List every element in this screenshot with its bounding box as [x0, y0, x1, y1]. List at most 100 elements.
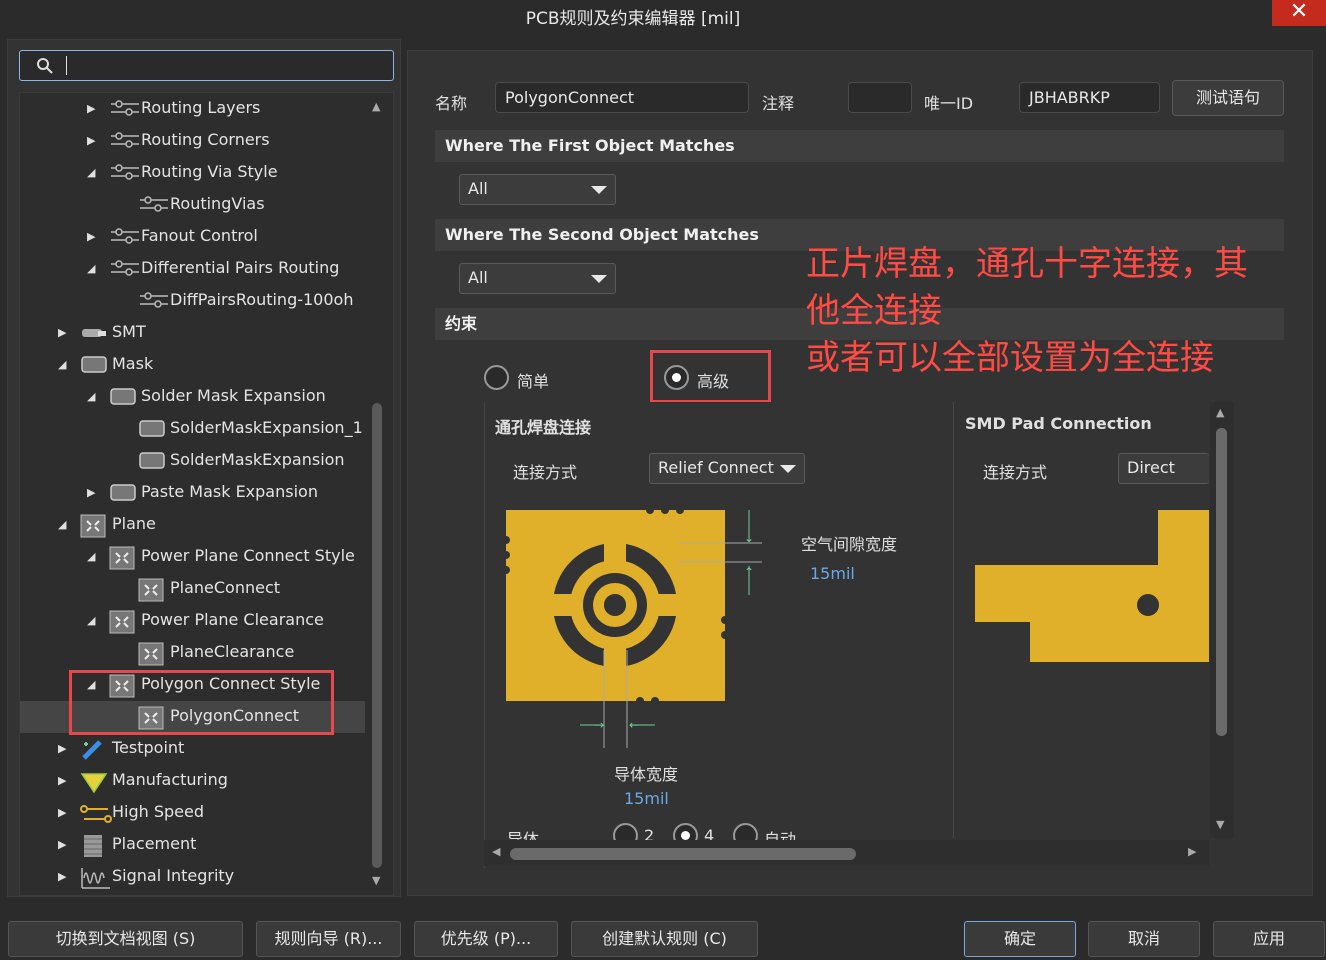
- scroll-right-icon[interactable]: ▶: [1188, 845, 1196, 858]
- collapse-arrow-icon[interactable]: ◢: [87, 382, 99, 412]
- signal-integrity-icon: [80, 866, 110, 889]
- tree-item[interactable]: ▶ Paste Mask Expansion: [20, 477, 370, 509]
- tree-item[interactable]: ▶ Testpoint: [20, 733, 370, 765]
- mask-icon: [138, 450, 165, 470]
- simple-radio[interactable]: [484, 365, 509, 390]
- tree-item[interactable]: ◢ Power Plane Connect Style: [20, 541, 370, 573]
- tree-item-label: Solder Mask Expansion: [141, 386, 326, 405]
- cancel-button[interactable]: 取消: [1088, 921, 1200, 957]
- tree-item[interactable]: SolderMaskExpansion: [20, 445, 370, 477]
- tree-item[interactable]: ▶ Routing Corners: [20, 125, 370, 157]
- air-gap-value[interactable]: 15mil: [810, 564, 855, 583]
- scroll-left-icon[interactable]: ◀: [492, 845, 500, 858]
- tree-item-label: Plane: [112, 514, 156, 533]
- h-scrollbar-thumb[interactable]: [510, 848, 856, 860]
- collapse-arrow-icon[interactable]: ◢: [87, 254, 99, 284]
- svg-text:→: →: [594, 718, 604, 732]
- rule-tree[interactable]: ▶ Routing Layers ▶ Routing Corners ◢ Routing …: [19, 92, 394, 896]
- tree-item[interactable]: ◢ Differential Pairs Routing: [20, 253, 370, 285]
- uid-field[interactable]: JBHABRKP: [1019, 82, 1160, 113]
- rule-wizard-button[interactable]: 规则向导 (R)...: [256, 921, 401, 957]
- routing-rule-icon: [138, 194, 168, 214]
- expand-arrow-icon[interactable]: ▶: [87, 222, 99, 252]
- tree-item[interactable]: SolderMaskExpansion_1: [20, 413, 370, 445]
- tree-item[interactable]: ▶ Placement: [20, 829, 370, 861]
- tree-item[interactable]: ▶ SMT: [20, 317, 370, 349]
- first-match-combo[interactable]: All: [459, 174, 616, 205]
- scroll-up-icon[interactable]: ▲: [1216, 406, 1224, 419]
- scroll-up-icon[interactable]: ▲: [372, 100, 380, 113]
- th-conn-value: Relief Connect: [658, 458, 774, 477]
- mask-icon: [109, 482, 136, 502]
- expand-arrow-icon[interactable]: ▶: [58, 862, 70, 892]
- tree-item[interactable]: ◢ Mask: [20, 349, 370, 381]
- tree-item[interactable]: ◢ Routing Via Style: [20, 157, 370, 189]
- collapse-arrow-icon[interactable]: ◢: [87, 158, 99, 188]
- expand-arrow-icon[interactable]: ▶: [87, 94, 99, 124]
- conductors-auto-radio[interactable]: [733, 823, 758, 840]
- smd-conn-combo[interactable]: Direct Con: [1118, 453, 1209, 484]
- tree-item[interactable]: ▶ Signal Integrity: [20, 861, 370, 893]
- expand-arrow-icon[interactable]: ▶: [58, 798, 70, 828]
- doc-view-button[interactable]: 切换到文档视图 (S): [8, 921, 243, 957]
- window-title: PCB规则及约束编辑器 [mil]: [525, 9, 741, 29]
- tree-item[interactable]: ▶ Manufacturing: [20, 765, 370, 797]
- collapse-arrow-icon[interactable]: ◢: [58, 350, 70, 380]
- apply-button[interactable]: 应用: [1213, 921, 1325, 957]
- advanced-label: 高级: [697, 372, 730, 391]
- first-match-header: Where The First Object Matches: [435, 130, 1284, 162]
- tree-item[interactable]: ▶ Fanout Control: [20, 221, 370, 253]
- tree-item[interactable]: ◢ Plane: [20, 509, 370, 541]
- highlight-box-tree: [69, 670, 334, 735]
- expand-arrow-icon[interactable]: ▶: [58, 830, 70, 860]
- tree-item-label: Manufacturing: [112, 770, 228, 789]
- collapse-arrow-icon[interactable]: ◢: [87, 606, 99, 636]
- advanced-radio[interactable]: [664, 365, 689, 390]
- conductors-4-label: 4: [704, 826, 715, 840]
- conductors-4-radio[interactable]: [673, 823, 698, 840]
- scroll-down-icon[interactable]: ▼: [1216, 818, 1224, 831]
- second-match-combo[interactable]: All: [459, 263, 616, 294]
- tree-item[interactable]: PlaneClearance: [20, 637, 370, 669]
- tree-item-label: PlaneConnect: [170, 578, 281, 597]
- tree-scrollbar[interactable]: [372, 403, 382, 868]
- conductors-2-radio[interactable]: [613, 823, 638, 840]
- expand-arrow-icon[interactable]: ▶: [58, 318, 70, 348]
- tree-item-label: Power Plane Connect Style: [141, 546, 355, 565]
- tree-item-label: Fanout Control: [141, 226, 258, 245]
- first-match-value: All: [468, 179, 488, 198]
- comment-field[interactable]: [848, 82, 912, 113]
- tree-item-label: RoutingVias: [170, 194, 265, 213]
- scroll-down-icon[interactable]: ▼: [372, 874, 380, 887]
- panel-divider: [953, 402, 954, 838]
- expand-arrow-icon[interactable]: ▶: [58, 734, 70, 764]
- conductor-width-value[interactable]: 15mil: [624, 789, 669, 808]
- expand-arrow-icon[interactable]: ▶: [58, 766, 70, 796]
- priority-button[interactable]: 优先级 (P)...: [414, 921, 558, 957]
- collapse-arrow-icon[interactable]: ◢: [87, 542, 99, 572]
- tree-item[interactable]: ◢ Solder Mask Expansion: [20, 381, 370, 413]
- tree-item[interactable]: PlaneConnect: [20, 573, 370, 605]
- expand-arrow-icon[interactable]: ▶: [87, 126, 99, 156]
- close-button[interactable]: ✕: [1272, 0, 1326, 26]
- tree-item[interactable]: ▶ Routing Layers: [20, 93, 370, 125]
- tree-item[interactable]: ◢ Power Plane Clearance: [20, 605, 370, 637]
- conductors-auto-label: 自动: [764, 830, 797, 840]
- ok-button[interactable]: 确定: [964, 921, 1076, 957]
- tree-item[interactable]: DiffPairsRouting-100oh: [20, 285, 370, 317]
- collapse-arrow-icon[interactable]: ◢: [58, 510, 70, 540]
- create-default-button[interactable]: 创建默认规则 (C): [571, 921, 758, 957]
- tree-item[interactable]: RoutingVias: [20, 189, 370, 221]
- smd-conn-label: 连接方式: [983, 463, 1048, 482]
- v-scrollbar-thumb[interactable]: [1216, 428, 1227, 736]
- name-label: 名称: [435, 94, 468, 113]
- th-conn-combo[interactable]: Relief Connect: [649, 453, 805, 484]
- search-input[interactable]: [19, 50, 394, 81]
- smt-icon: [80, 322, 106, 342]
- expand-arrow-icon[interactable]: ▶: [87, 478, 99, 508]
- test-query-button[interactable]: 测试语句: [1172, 80, 1284, 116]
- search-icon: [37, 58, 53, 74]
- smd-title: SMD Pad Connection: [965, 414, 1152, 433]
- name-field[interactable]: PolygonConnect: [495, 82, 749, 113]
- tree-item[interactable]: ▶ High Speed: [20, 797, 370, 829]
